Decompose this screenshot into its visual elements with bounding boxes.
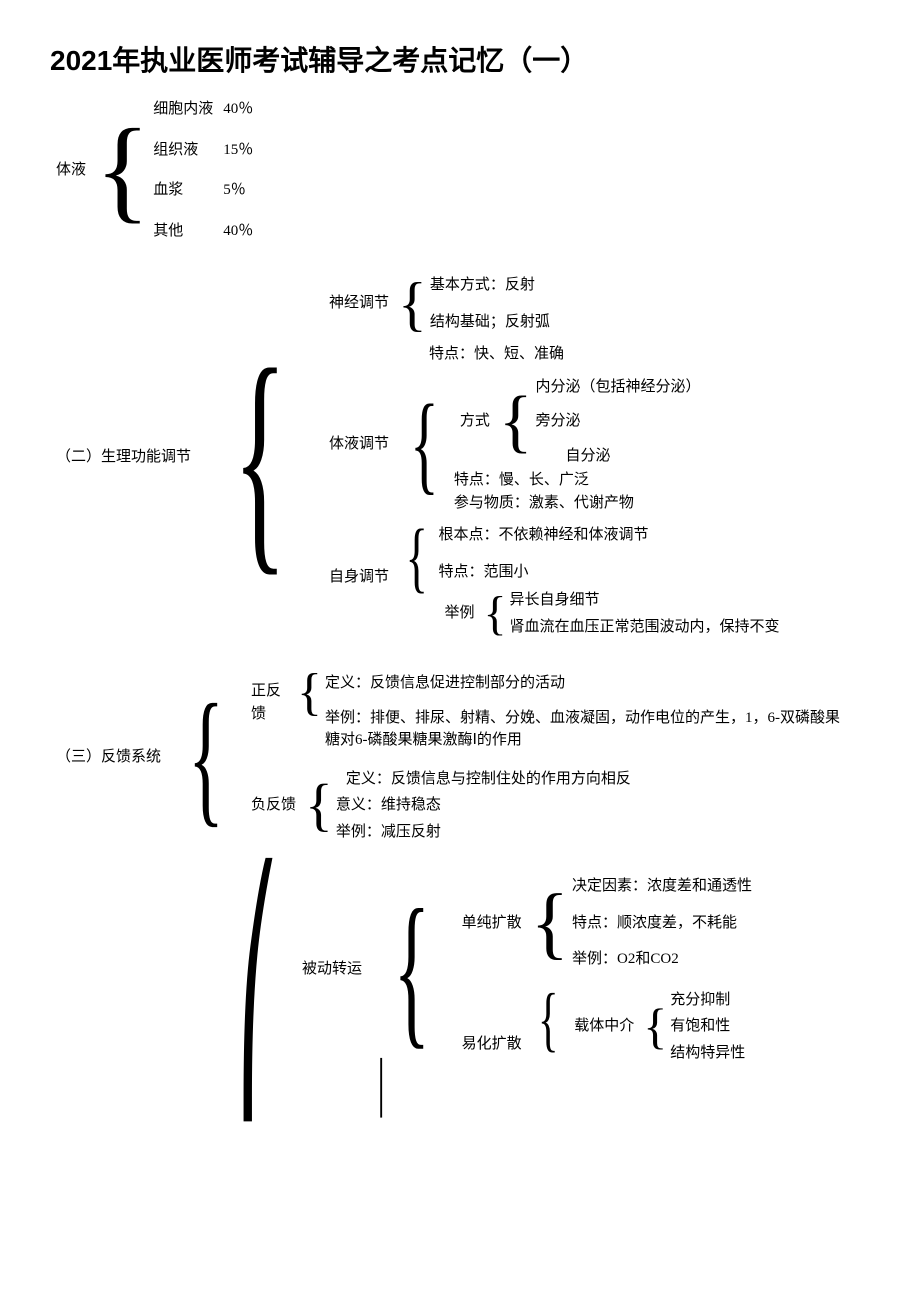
- leaf-text: 异长自身细节: [510, 587, 780, 614]
- brace-icon: {: [187, 690, 226, 825]
- brace-icon: {: [232, 345, 289, 570]
- brace-icon: {: [496, 390, 536, 453]
- leaf-text: 参与物质：激素、代谢产物: [454, 492, 701, 515]
- brace-icon: {: [481, 592, 510, 635]
- brace-icon: {: [92, 118, 153, 222]
- leaf-text: 有饱和性: [670, 1013, 745, 1040]
- brace-icon: {: [404, 522, 430, 592]
- leaf-text: 举例：排便、排尿、射精、分娩、血液凝固，动作电位的产生，1，6-双磷酸果糖对6-…: [325, 705, 845, 754]
- brace-icon: {: [392, 893, 431, 1046]
- leaf-text: 定义：反馈信息促进控制部分的活动: [325, 670, 845, 697]
- section-transport: ⎛ 被动转运 { 单纯扩散 { 决定因素：浓度差和通透性 特点：顺浓度差，不耗能…: [50, 873, 870, 1111]
- branch-label: 体液调节: [323, 429, 395, 460]
- sub-label: 单纯扩散: [456, 908, 528, 939]
- leaf-text: 特点：范围小: [438, 559, 779, 586]
- section-feedback: （三）反馈系统 { 正反馈 { 定义：反馈信息促进控制部分的活动 举例：排便、排…: [50, 670, 870, 845]
- brace-icon: {: [408, 394, 440, 493]
- sub-label: 易化扩散: [456, 1029, 528, 1060]
- leaf-text: 特点：快、短、准确: [429, 343, 780, 366]
- leaf-text: 基本方式：反射: [430, 272, 550, 299]
- leaf-text: 充分抑制: [670, 987, 745, 1014]
- sub-label: 举例: [438, 598, 480, 629]
- item-label: 其他: [153, 220, 223, 243]
- leaf-text: 内分泌（包括神经分泌）: [535, 374, 700, 401]
- branch-label: 神经调节: [323, 288, 395, 319]
- brace-icon: {: [294, 670, 325, 717]
- brace-icon: {: [528, 887, 572, 959]
- leaf-text: 定义：反馈信息与控制住处的作用方向相反: [346, 766, 631, 793]
- page-title: 2021年执业医师考试辅导之考点记忆（一）: [50, 40, 870, 82]
- root-label: （三）反馈系统: [50, 742, 167, 773]
- item-value: 15％: [223, 139, 253, 162]
- leaf-text: 举例：减压反射: [336, 819, 631, 846]
- sub-label: 载体中介: [568, 1011, 640, 1042]
- brace-icon: {: [640, 1004, 670, 1049]
- brace-icon: ⎛: [235, 893, 281, 1091]
- item-label: 组织液: [153, 139, 223, 162]
- branch-label: 正反馈: [245, 670, 294, 729]
- leaf-text: 旁分泌: [535, 408, 700, 435]
- leaf-text: 特点：慢、长、广泛: [454, 469, 701, 492]
- continuation-icon: ⎜: [377, 1066, 389, 1111]
- leaf-text: 根本点：不依赖神经和体液调节: [438, 522, 779, 549]
- root-label: 体液: [50, 155, 92, 186]
- sub-label: 方式: [454, 406, 496, 437]
- leaf-text: 决定因素：浓度差和通透性: [572, 873, 752, 900]
- leaf-text: 举例：O2和CO2: [572, 946, 752, 973]
- item-value: 40％: [223, 220, 253, 243]
- item-value: 40％: [223, 98, 253, 121]
- item-label: 血浆: [153, 179, 223, 202]
- leaf-text: 自分泌: [565, 443, 700, 470]
- leaf-text: 意义：维持稳态: [336, 792, 631, 819]
- root-label: （二）生理功能调节: [50, 442, 197, 473]
- section-body-fluid: 体液 { 细胞内液40％ 组织液15％ 血浆5％ 其他40％: [50, 96, 870, 244]
- item-value: 5％: [223, 179, 246, 202]
- branch-label: 自身调节: [323, 562, 395, 593]
- leaf-text: 结构特异性: [670, 1040, 745, 1067]
- item-label: 细胞内液: [153, 98, 223, 121]
- branch-label: 被动转运: [296, 954, 368, 985]
- branch-label: 负反馈: [245, 790, 302, 821]
- leaf-text: 肾血流在血压正常范围波动内，保持不变: [510, 614, 780, 641]
- leaf-text: 特点：顺浓度差，不耗能: [572, 910, 752, 937]
- leaf-text: 结构基础；反射弧: [430, 309, 550, 336]
- brace-icon: {: [302, 779, 336, 831]
- section-regulation: （二）生理功能调节 { 神经调节 { 基本方式：反射 结构基础；反射弧 特点：快…: [50, 272, 870, 642]
- brace-icon: {: [395, 277, 430, 331]
- brace-icon: {: [536, 987, 560, 1052]
